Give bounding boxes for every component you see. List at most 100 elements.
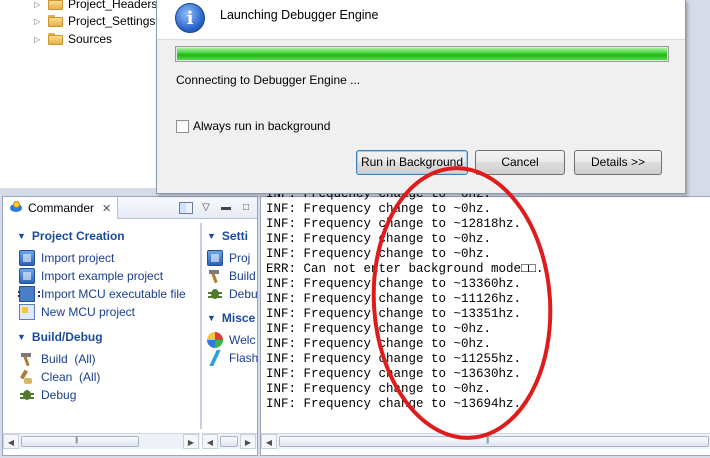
console-log: INF: Frequency change to ~0hz. INF: Frequ… (266, 187, 544, 412)
link-label: Flash (229, 351, 259, 365)
progress-fill (177, 48, 667, 60)
console-line: INF: Frequency change to ~13694hz. (266, 397, 522, 411)
link-label: Build (All) (41, 352, 96, 366)
console-view[interactable]: INF: Frequency change to ~0hz. INF: Frequ… (260, 187, 710, 456)
scroll-left-icon[interactable]: ◀ (261, 434, 277, 449)
console-line: INF: Frequency change to ~11255hz. (266, 352, 522, 366)
run-in-background-button[interactable]: Run in Background (356, 150, 468, 175)
scroll-thumb[interactable] (21, 436, 139, 447)
new-project-icon (19, 304, 35, 320)
checkbox-label: Always run in background (193, 119, 331, 133)
section-miscellaneous[interactable]: ▼ Misce (207, 311, 255, 325)
build-all-link[interactable]: Build (All) (19, 350, 96, 368)
tree-item-label: Project_Settings (68, 14, 156, 28)
section-project-creation[interactable]: ▼ Project Creation (17, 229, 125, 243)
console-line: INF: Frequency change to ~0hz. (266, 322, 492, 336)
console-line: INF: Frequency change to ~0hz. (266, 202, 492, 216)
expand-arrow-icon[interactable]: ▷ (34, 35, 44, 44)
debug-settings-link[interactable]: Debu (207, 285, 258, 303)
console-line: INF: Frequency change to ~0hz. (266, 232, 492, 246)
debug-link[interactable]: Debug (19, 386, 76, 404)
console-line: INF: Frequency change to ~12818hz. (266, 217, 522, 231)
console-line: INF: Frequency change to ~0hz. (266, 337, 492, 351)
console-line: INF: Frequency change to ~0hz. (266, 247, 492, 261)
collapse-triangle-icon[interactable]: ▼ (207, 231, 216, 241)
scroll-right-icon[interactable]: ▶ (183, 434, 199, 449)
tree-item-sources[interactable]: ▷ Sources (34, 30, 112, 48)
maximize-icon[interactable]: □ (239, 201, 253, 215)
console-line: INF: Frequency change to ~11126hz. (266, 292, 522, 306)
project-settings-link[interactable]: Proj (207, 249, 250, 267)
dialog-title: Launching Debugger Engine (220, 8, 379, 22)
scroll-left-icon[interactable]: ◀ (3, 434, 19, 449)
always-background-checkbox[interactable] (176, 119, 189, 133)
tree-item-project-settings[interactable]: ▷ Project_Settings (34, 12, 155, 30)
debug-settings-icon (207, 286, 223, 302)
console-line: INF: Frequency change to ~13360hz. (266, 277, 522, 291)
folder-icon (48, 15, 64, 27)
link-label: New MCU project (41, 305, 136, 319)
layout-icon[interactable] (179, 202, 193, 214)
console-line: INF: Frequency change to ~13630hz. (266, 367, 522, 381)
close-icon[interactable]: ✕ (102, 202, 111, 215)
launch-dialog: i Launching Debugger Engine Connecting t… (156, 0, 686, 194)
scroll-left-icon[interactable]: ◀ (202, 434, 218, 449)
tree-item-label: Sources (68, 32, 113, 46)
view-menu-icon[interactable]: ▽ (199, 201, 213, 215)
minimize-icon[interactable]: ▬ (219, 201, 233, 215)
tab-label: Commander (28, 201, 95, 215)
always-background-option[interactable]: Always run in background (176, 119, 330, 133)
link-label: Welc (229, 333, 256, 347)
commander-panel: Commander ✕ ▽ ▬ □ ▼ Project Creation Imp… (2, 196, 258, 456)
commander-tabbar: Commander ✕ ▽ ▬ □ (3, 197, 257, 219)
column-divider[interactable] (200, 223, 202, 429)
flash-icon (207, 350, 223, 366)
dialog-header: i Launching Debugger Engine (157, 0, 685, 40)
clean-all-link[interactable]: Clean (All) (19, 368, 100, 386)
expand-arrow-icon[interactable]: ▷ (34, 0, 44, 9)
grip-icon: ||| (75, 437, 79, 444)
import-project-icon (19, 250, 35, 266)
build-settings-icon (207, 268, 223, 284)
link-label: Build (229, 269, 256, 283)
commander-toolbar: ▽ ▬ □ (179, 199, 253, 217)
expand-arrow-icon[interactable]: ▷ (34, 17, 44, 26)
collapse-triangle-icon[interactable]: ▼ (17, 332, 26, 342)
link-label: Debug (41, 388, 77, 402)
import-project-link[interactable]: Import project (19, 249, 114, 267)
scroll-thumb[interactable] (279, 436, 709, 447)
import-example-project-link[interactable]: Import example project (19, 267, 163, 285)
import-mcu-executable-link[interactable]: Import MCU executable file (18, 285, 186, 303)
flash-link[interactable]: Flash (207, 349, 258, 367)
link-label: Debu (229, 287, 258, 301)
welcome-link[interactable]: Welc (207, 331, 255, 349)
brush-icon (19, 369, 35, 385)
new-mcu-project-link[interactable]: New MCU project (19, 303, 135, 321)
console-line: INF: Frequency change to ~0hz. (266, 382, 492, 396)
section-settings[interactable]: ▼ Setti (207, 229, 248, 243)
build-settings-link[interactable]: Build (207, 267, 256, 285)
bug-icon (19, 387, 35, 403)
details-button[interactable]: Details >> (574, 150, 662, 175)
hammer-icon (19, 351, 35, 367)
info-icon: i (175, 3, 205, 33)
welcome-icon (207, 332, 223, 348)
cancel-button[interactable]: Cancel (475, 150, 565, 175)
collapse-triangle-icon[interactable]: ▼ (17, 231, 26, 241)
console-line: ERR: Can not enter background mode□□. (266, 262, 544, 276)
mcu-chip-icon (18, 286, 40, 302)
console-scrollbar[interactable]: ◀ ||| (261, 433, 710, 449)
progress-bar (175, 46, 669, 62)
section-build-debug[interactable]: ▼ Build/Debug (17, 330, 103, 344)
left-scrollbar[interactable]: ◀ ||| ▶ (3, 433, 200, 449)
collapse-triangle-icon[interactable]: ▼ (207, 313, 216, 323)
scroll-thumb[interactable] (220, 436, 238, 447)
tab-commander[interactable]: Commander ✕ (3, 197, 119, 219)
section-title: Project Creation (31, 229, 125, 243)
link-label: Import example project (41, 269, 164, 283)
status-text: Connecting to Debugger Engine ... (176, 73, 361, 87)
import-example-icon (19, 268, 35, 284)
scroll-right-icon[interactable]: ▶ (240, 434, 256, 449)
right-scrollbar[interactable]: ◀ ▶ (202, 433, 257, 449)
grip-icon: ||| (486, 437, 490, 444)
